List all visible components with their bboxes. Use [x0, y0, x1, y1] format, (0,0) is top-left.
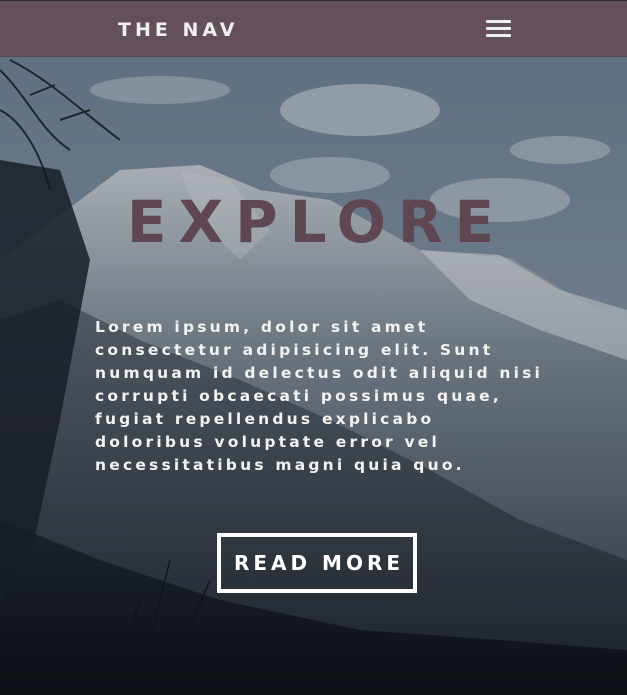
hero-description: Lorem ipsum, dolor sit amet consectetur … — [95, 318, 544, 474]
hamburger-bar — [486, 27, 511, 30]
hamburger-bar — [486, 34, 511, 37]
nav-brand[interactable]: THE NAV — [118, 19, 238, 41]
navbar: THE NAV — [0, 0, 627, 57]
read-more-button[interactable]: READ MORE — [217, 533, 417, 593]
hero-title: EXPLORE — [126, 188, 507, 256]
hamburger-menu-icon[interactable] — [486, 20, 511, 40]
hamburger-bar — [486, 20, 511, 23]
